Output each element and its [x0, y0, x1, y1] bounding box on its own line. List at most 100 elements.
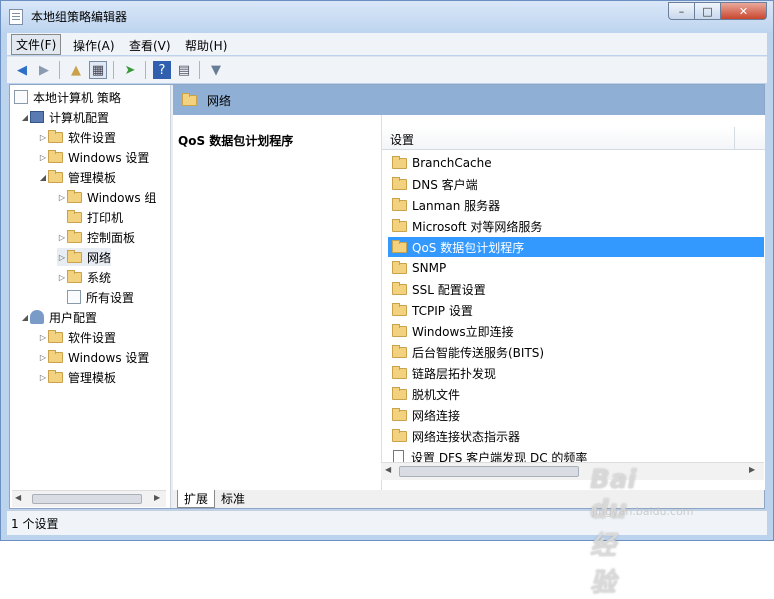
- up-folder-icon[interactable]: ▲: [67, 61, 85, 79]
- title-bar: 本地组策略编辑器 – □ ✕: [1, 1, 773, 33]
- folder-icon: [392, 428, 407, 442]
- collapsed-arrow-icon[interactable]: ▷: [57, 233, 67, 242]
- scroll-right-icon[interactable]: ▶: [749, 465, 755, 474]
- folder-icon: [392, 407, 407, 421]
- menu-file[interactable]: 文件(F): [11, 34, 62, 55]
- collapsed-arrow-icon[interactable]: ▷: [38, 353, 48, 362]
- client-area: 本地计算机 策略 ◢ 计算机配置 ▷ 软件设置 ▷ Windows 设置 ◢ 管理模板 …: [9, 84, 765, 509]
- menu-view[interactable]: 查看(V): [125, 36, 175, 55]
- tree-item-computer-config[interactable]: ◢ 计算机配置: [20, 108, 109, 126]
- folder-icon: [182, 92, 197, 106]
- scroll-right-icon[interactable]: ▶: [154, 493, 160, 502]
- list-item[interactable]: 后台智能传送服务(BITS): [388, 342, 764, 362]
- all-settings-icon: [67, 290, 81, 304]
- folder-icon: [392, 344, 407, 358]
- collapsed-arrow-icon[interactable]: ▷: [57, 273, 67, 282]
- folder-icon: [48, 129, 63, 143]
- list-item-selected[interactable]: QoS 数据包计划程序: [388, 237, 764, 257]
- tree-item-user-windows-settings[interactable]: ▷ Windows 设置: [38, 348, 149, 366]
- folder-icon: [48, 169, 63, 183]
- folder-icon: [392, 323, 407, 337]
- close-button[interactable]: ✕: [721, 2, 767, 20]
- folder-icon: [48, 149, 63, 163]
- scroll-thumb[interactable]: [32, 494, 142, 504]
- list-item[interactable]: SSL 配置设置: [388, 279, 764, 299]
- description-title: QoS 数据包计划程序: [178, 134, 294, 148]
- maximize-button[interactable]: □: [695, 2, 721, 20]
- details-header: 网络: [173, 85, 764, 115]
- list-item[interactable]: 脱机文件: [388, 384, 764, 404]
- list-item[interactable]: Lanman 服务器: [388, 195, 764, 215]
- collapsed-arrow-icon[interactable]: ▷: [38, 333, 48, 342]
- back-icon[interactable]: ◀: [13, 61, 31, 79]
- tree-item-user-admin-templates[interactable]: ▷ 管理模板: [38, 368, 116, 386]
- properties-icon[interactable]: ▤: [175, 61, 193, 79]
- tree-item-all-settings[interactable]: 所有设置: [67, 288, 134, 306]
- expanded-arrow-icon[interactable]: ◢: [38, 173, 48, 182]
- list-item[interactable]: 网络连接状态指示器: [388, 426, 764, 446]
- tab-standard[interactable]: 标准: [215, 490, 251, 507]
- scroll-left-icon[interactable]: ◀: [385, 465, 391, 474]
- list-item[interactable]: 链路层拓扑发现: [388, 363, 764, 383]
- tree-item-software-settings[interactable]: ▷ 软件设置: [38, 128, 116, 146]
- collapsed-arrow-icon[interactable]: ▷: [57, 253, 67, 262]
- expanded-arrow-icon[interactable]: ◢: [20, 113, 30, 122]
- menu-action[interactable]: 操作(A): [69, 36, 119, 55]
- tree-item-user-config[interactable]: ◢ 用户配置: [20, 308, 97, 326]
- watermark-brand: Bai du 经验: [590, 465, 637, 598]
- list-item[interactable]: Windows立即连接: [388, 321, 764, 341]
- policy-icon: [14, 90, 28, 104]
- export-list-icon[interactable]: ➤: [121, 61, 139, 79]
- settings-list: 设置 BranchCache DNS 客户端 Lanman 服务器 Micros…: [381, 115, 765, 490]
- tree-item-user-software-settings[interactable]: ▷ 软件设置: [38, 328, 116, 346]
- collapsed-arrow-icon[interactable]: ▷: [38, 153, 48, 162]
- menu-help[interactable]: 帮助(H): [181, 36, 231, 55]
- show-hide-tree-icon[interactable]: ▦: [89, 61, 107, 79]
- list-horizontal-scrollbar[interactable]: ◀ ▶: [381, 462, 764, 480]
- tree-item-control-panel[interactable]: ▷ 控制面板: [57, 228, 135, 246]
- description-panel: QoS 数据包计划程序: [173, 115, 381, 490]
- folder-icon: [67, 269, 82, 283]
- user-icon: [30, 310, 44, 324]
- folder-icon: [392, 197, 407, 211]
- window: 本地组策略编辑器 – □ ✕ 文件(F) 操作(A) 查看(V) 帮助(H) ◀…: [0, 0, 774, 541]
- folder-icon: [48, 329, 63, 343]
- list-item[interactable]: 网络连接: [388, 405, 764, 425]
- tree-pane: 本地计算机 策略 ◢ 计算机配置 ▷ 软件设置 ▷ Windows 设置 ◢ 管理模板 …: [10, 85, 168, 508]
- folder-icon: [392, 386, 407, 400]
- list-item[interactable]: TCPIP 设置: [388, 300, 764, 320]
- list-item[interactable]: SNMP: [388, 258, 764, 278]
- list-item[interactable]: BranchCache: [388, 153, 764, 173]
- tab-extended[interactable]: 扩展: [177, 490, 216, 508]
- folder-icon: [392, 218, 407, 232]
- computer-icon: [30, 111, 44, 123]
- tree-item-windows-components[interactable]: ▷ Windows 组: [57, 188, 156, 206]
- folder-icon: [67, 209, 82, 223]
- list-item[interactable]: Microsoft 对等网络服务: [388, 216, 764, 236]
- list-header[interactable]: 设置: [382, 127, 765, 150]
- expanded-arrow-icon[interactable]: ◢: [20, 313, 30, 322]
- folder-icon: [392, 155, 407, 169]
- filter-icon[interactable]: ▼: [207, 61, 225, 79]
- tree-item-root[interactable]: 本地计算机 策略: [14, 88, 121, 106]
- status-text: 1 个设置: [11, 517, 59, 531]
- toolbar: ◀ ▶ ▲ ▦ ➤ ? ▤ ▼: [7, 56, 767, 83]
- list-item[interactable]: DNS 客户端: [388, 174, 764, 194]
- scroll-thumb[interactable]: [399, 466, 579, 477]
- column-header-settings[interactable]: 设置: [390, 131, 414, 148]
- window-title: 本地组策略编辑器: [31, 10, 128, 24]
- tree-item-admin-templates[interactable]: ◢ 管理模板: [38, 168, 116, 186]
- tree-item-printers[interactable]: 打印机: [67, 208, 123, 226]
- scroll-left-icon[interactable]: ◀: [15, 493, 21, 502]
- folder-icon: [392, 260, 407, 274]
- collapsed-arrow-icon[interactable]: ▷: [38, 373, 48, 382]
- collapsed-arrow-icon[interactable]: ▷: [57, 193, 67, 202]
- help-icon[interactable]: ?: [153, 61, 171, 79]
- minimize-button[interactable]: –: [668, 2, 695, 20]
- tree-item-windows-settings[interactable]: ▷ Windows 设置: [38, 148, 149, 166]
- tree-horizontal-scrollbar[interactable]: ◀ ▶: [12, 490, 166, 507]
- collapsed-arrow-icon[interactable]: ▷: [38, 133, 48, 142]
- tree-item-network[interactable]: ▷ 网络: [57, 248, 112, 266]
- tree-item-system[interactable]: ▷ 系统: [57, 268, 111, 286]
- forward-icon[interactable]: ▶: [35, 61, 53, 79]
